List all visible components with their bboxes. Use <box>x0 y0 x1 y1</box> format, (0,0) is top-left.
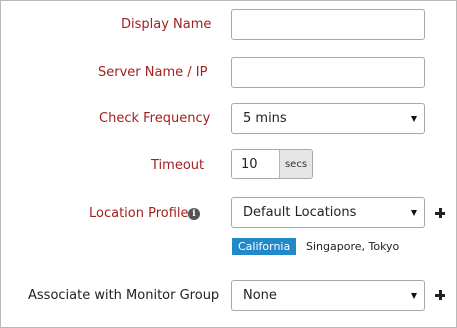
monitor-group-label: Associate with Monitor Group <box>28 288 220 303</box>
caret-down-icon <box>411 115 417 122</box>
timeout-unit: secs <box>279 150 312 178</box>
location-profile-value: Default Locations <box>243 205 357 220</box>
server-name-label: Server Name / IP <box>98 65 208 80</box>
add-location-profile-plus-icon[interactable] <box>435 208 445 218</box>
display-name-input[interactable] <box>231 9 425 40</box>
monitor-group-select[interactable]: None <box>231 280 425 311</box>
location-profile-label: Location Profile <box>89 206 189 221</box>
add-monitor-group-plus-icon[interactable] <box>435 290 445 300</box>
display-name-label: Display Name <box>121 17 212 32</box>
timeout-label: Timeout <box>151 158 205 173</box>
monitor-form: Display Name Server Name / IP Check Freq… <box>0 0 457 328</box>
timeout-input[interactable]: 10 <box>232 150 279 178</box>
location-tag-primary: California <box>232 238 297 255</box>
check-frequency-value: 5 mins <box>243 111 287 126</box>
check-frequency-select[interactable]: 5 mins <box>231 103 425 134</box>
location-tag-others: Singapore, Tokyo <box>306 240 400 253</box>
info-icon[interactable]: i <box>188 208 200 220</box>
timeout-field: 10 secs <box>231 149 313 179</box>
server-name-input[interactable] <box>231 57 425 88</box>
check-frequency-label: Check Frequency <box>99 111 211 126</box>
monitor-group-value: None <box>243 288 277 303</box>
caret-down-icon <box>411 292 417 299</box>
caret-down-icon <box>411 209 417 216</box>
location-profile-select[interactable]: Default Locations <box>231 197 425 228</box>
